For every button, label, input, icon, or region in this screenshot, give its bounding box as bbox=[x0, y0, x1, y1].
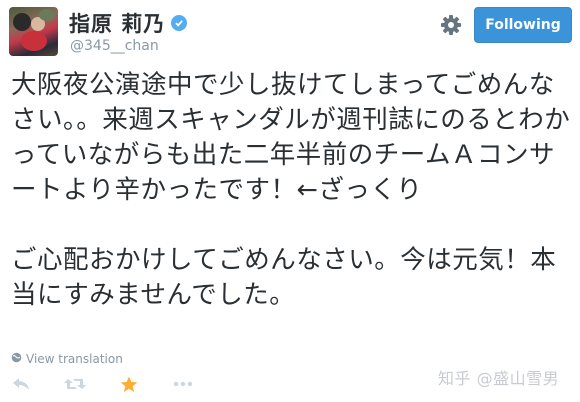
view-translation-label: View translation bbox=[26, 352, 123, 366]
reply-icon[interactable] bbox=[10, 375, 32, 393]
verified-badge-icon bbox=[171, 15, 188, 31]
gear-icon[interactable] bbox=[440, 14, 462, 36]
retweet-icon[interactable] bbox=[64, 375, 86, 393]
display-name[interactable]: 指原 莉乃 bbox=[69, 8, 188, 38]
handle[interactable]: @345__chan bbox=[70, 38, 159, 54]
favorite-star-icon[interactable] bbox=[118, 375, 140, 393]
following-button[interactable]: Following bbox=[474, 7, 572, 43]
watermark: 知乎 @盛山雪男 bbox=[438, 369, 560, 388]
avatar[interactable] bbox=[9, 7, 58, 56]
globe-icon bbox=[11, 352, 22, 366]
more-options-icon[interactable] bbox=[172, 375, 194, 393]
tweet-text: 大阪夜公演途中で少し抜けてしまってごめんなさい。。来週スキャンダルが週刊誌にのる… bbox=[11, 70, 571, 310]
display-name-text: 指原 莉乃 bbox=[69, 12, 166, 36]
view-translation-link[interactable]: View translation bbox=[11, 352, 123, 366]
following-button-label: Following bbox=[485, 17, 561, 33]
tweet-actions bbox=[10, 375, 194, 393]
